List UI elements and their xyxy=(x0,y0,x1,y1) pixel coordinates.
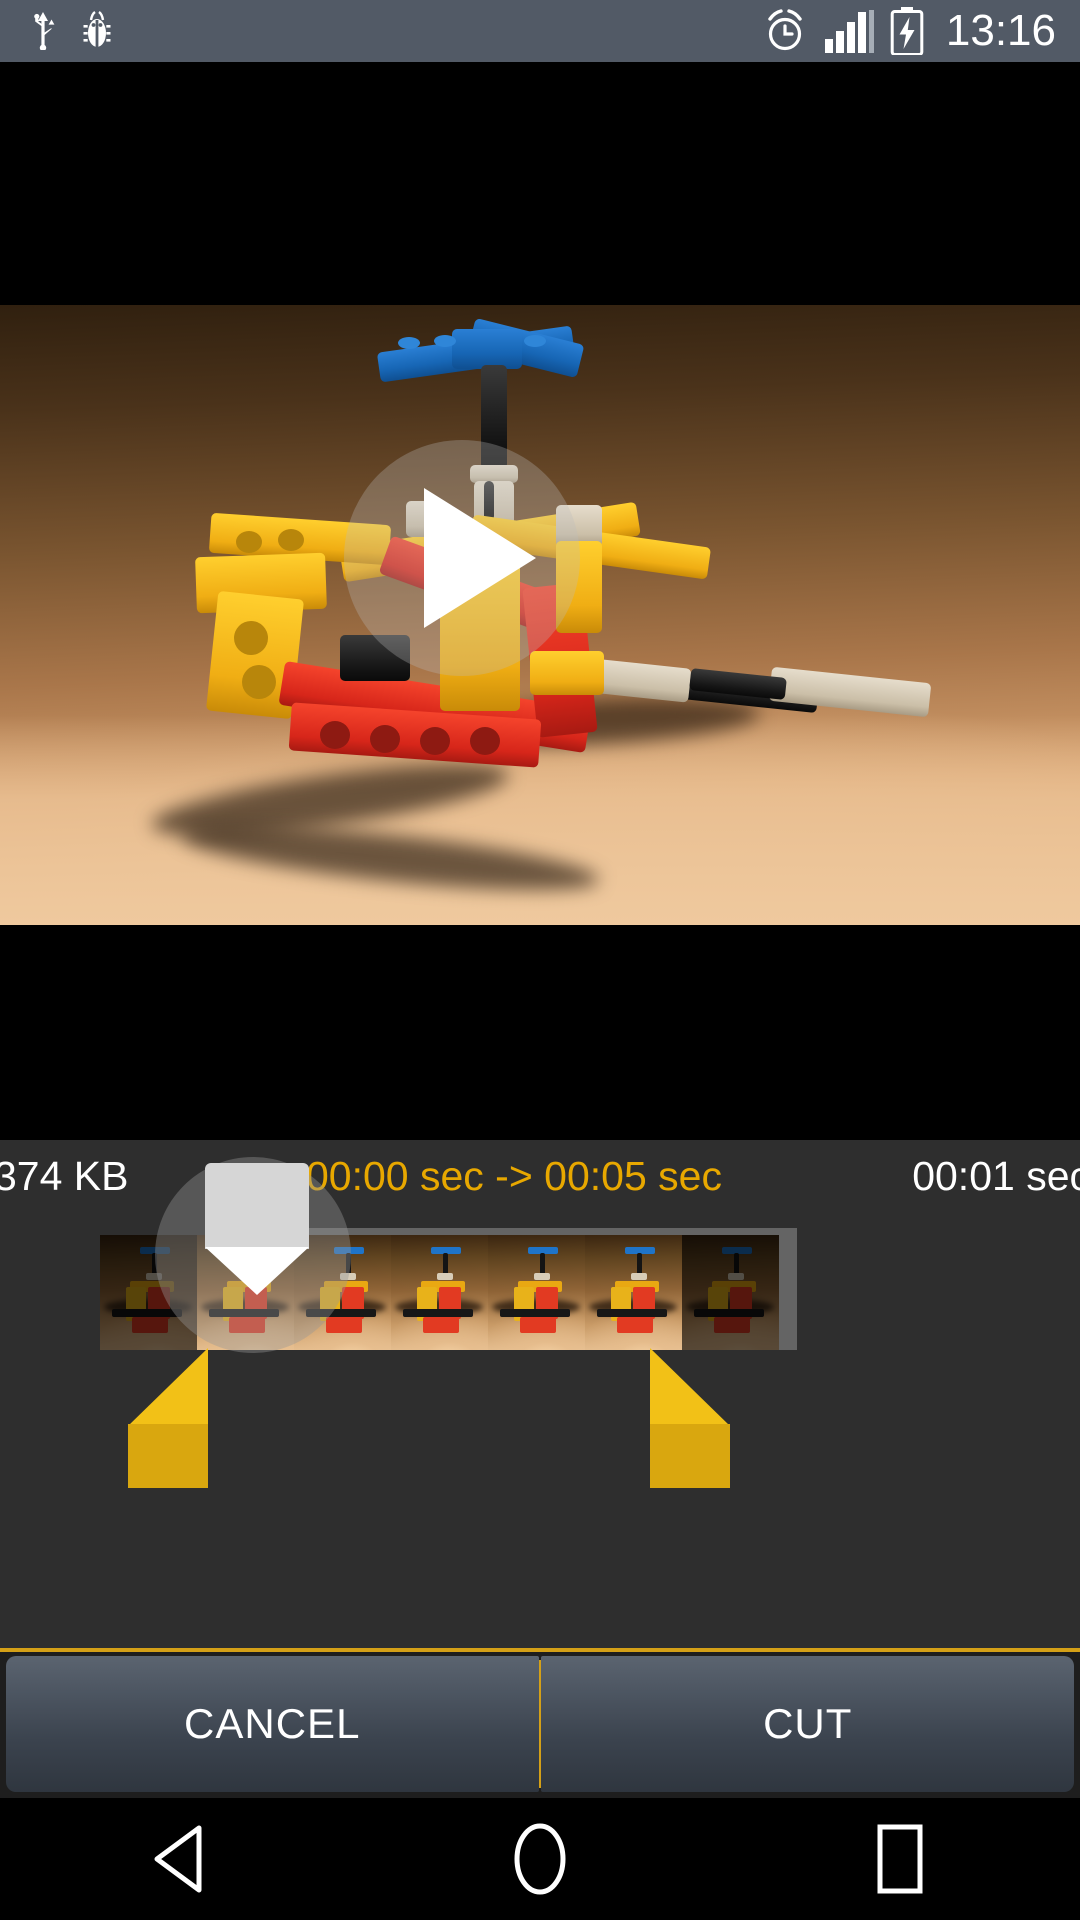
lego-hole xyxy=(420,727,450,755)
trim-handle-end-grip xyxy=(650,1424,730,1488)
status-bar-clock: 13:16 xyxy=(945,6,1056,55)
recents-square-icon xyxy=(877,1824,923,1894)
video-preview-area[interactable] xyxy=(0,62,1080,1140)
cancel-button[interactable]: CANCEL xyxy=(6,1656,539,1792)
bug-icon xyxy=(83,11,111,48)
filmstrip-thumbnail[interactable] xyxy=(585,1235,682,1350)
cut-button[interactable]: CUT xyxy=(541,1656,1074,1792)
usb-icon xyxy=(34,12,55,50)
trim-range-label: 00:00 sec -> 00:05 sec xyxy=(306,1153,722,1199)
filmstrip-thumbnail[interactable] xyxy=(391,1235,488,1350)
signal-bars-icon xyxy=(824,10,874,53)
lego-stud xyxy=(524,335,546,347)
play-icon xyxy=(424,488,536,628)
trim-info-row: 374 KB 00:00 sec -> 00:05 sec 00:01 sec xyxy=(0,1140,1080,1216)
nav-home-button[interactable] xyxy=(470,1798,610,1920)
lego-hole xyxy=(320,721,350,749)
android-navigation-bar xyxy=(0,1798,1080,1920)
lego-beam xyxy=(530,651,604,695)
trim-handle-start[interactable] xyxy=(128,1348,208,1488)
alarm-clock-icon xyxy=(768,9,802,51)
file-size-label: 374 KB xyxy=(0,1153,129,1199)
trim-handle-start-arrow-icon xyxy=(128,1348,208,1426)
lego-hole xyxy=(278,529,304,551)
playhead-tip-icon xyxy=(205,1247,309,1295)
filmstrip-thumbnail[interactable] xyxy=(488,1235,585,1350)
nav-recents-button[interactable] xyxy=(830,1798,970,1920)
trim-handle-start-grip xyxy=(128,1424,208,1488)
lego-rotor-hub xyxy=(452,329,522,369)
back-triangle-icon xyxy=(154,1825,202,1893)
trim-handle-end[interactable] xyxy=(650,1348,730,1488)
playhead-body xyxy=(205,1163,309,1249)
lego-hole xyxy=(242,665,276,699)
status-bar: 13:16 xyxy=(0,0,1080,62)
lego-hole xyxy=(370,725,400,753)
play-button[interactable] xyxy=(344,440,580,676)
status-bar-right-icons: 13:16 xyxy=(762,7,1080,55)
current-position-label: 00:01 sec xyxy=(912,1153,1080,1199)
action-button-bar: CANCEL CUT xyxy=(0,1648,1080,1798)
battery-charging-icon xyxy=(890,7,924,55)
lego-hole xyxy=(470,727,500,755)
lego-stud xyxy=(434,335,456,347)
status-bar-left-icons xyxy=(0,11,112,51)
playhead-marker[interactable] xyxy=(205,1163,309,1295)
home-circle-icon xyxy=(514,1823,566,1895)
lego-hole xyxy=(236,531,262,553)
nav-back-button[interactable] xyxy=(110,1798,250,1920)
trim-handle-end-arrow-icon xyxy=(650,1348,730,1426)
filmstrip-thumbnail[interactable] xyxy=(682,1235,779,1350)
lego-hole xyxy=(234,621,268,655)
lego-stud xyxy=(398,337,420,349)
